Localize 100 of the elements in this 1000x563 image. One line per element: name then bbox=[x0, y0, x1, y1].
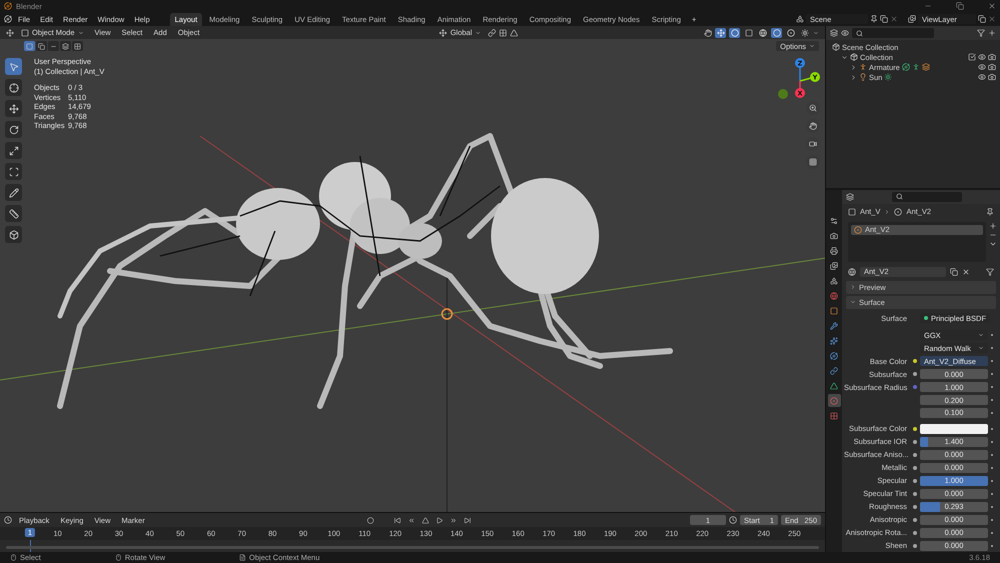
pin-icon[interactable] bbox=[870, 15, 878, 23]
editor-type-icon[interactable] bbox=[6, 28, 14, 36]
socket-dot[interactable] bbox=[913, 440, 917, 444]
overlay-toggle-button[interactable] bbox=[729, 28, 740, 38]
rendered-shading-icon bbox=[800, 28, 808, 36]
pin-icon[interactable] bbox=[986, 208, 994, 216]
select-tool-button[interactable] bbox=[5, 58, 22, 75]
socket-dot[interactable] bbox=[913, 518, 917, 522]
negative-axis-handle[interactable] bbox=[778, 89, 788, 99]
play-button[interactable] bbox=[434, 515, 446, 525]
output-icon bbox=[830, 246, 838, 254]
gizmo-toggle-button[interactable] bbox=[715, 28, 726, 38]
scene-collection-icon bbox=[832, 43, 840, 51]
extend-selection-button[interactable] bbox=[36, 41, 47, 51]
xray-icon bbox=[744, 28, 752, 36]
material-tab[interactable] bbox=[828, 394, 840, 407]
render-visibility-icon[interactable] bbox=[988, 63, 996, 71]
app-menu-icon[interactable] bbox=[4, 15, 12, 23]
solid-shading-icon bbox=[772, 28, 780, 36]
socket-dot[interactable] bbox=[913, 492, 917, 496]
wireframe-shading-icon bbox=[758, 28, 766, 36]
transform-tool-icon bbox=[8, 166, 18, 176]
object-icon bbox=[848, 208, 856, 216]
restore-icon[interactable] bbox=[956, 2, 964, 10]
cursor-tool-button[interactable] bbox=[5, 79, 22, 96]
view-filter-icon[interactable] bbox=[841, 29, 849, 37]
annotate-tool-icon bbox=[8, 188, 18, 198]
grid-icon bbox=[809, 158, 817, 166]
clock-icon[interactable] bbox=[729, 516, 737, 524]
caret-icon bbox=[809, 43, 815, 49]
unlink-icon[interactable] bbox=[962, 268, 970, 276]
annotate-tool-button[interactable] bbox=[5, 184, 22, 201]
checkbox-icon[interactable] bbox=[968, 53, 976, 61]
material-shading-button[interactable] bbox=[785, 28, 796, 38]
socket-dot[interactable] bbox=[913, 372, 917, 376]
snap-icon[interactable] bbox=[499, 28, 507, 36]
gizmo-icon bbox=[716, 28, 724, 36]
add-cube-tool-icon bbox=[8, 230, 18, 240]
editor-type-icon[interactable] bbox=[4, 516, 12, 524]
material-browse-icon[interactable] bbox=[848, 268, 856, 276]
new-scene-icon[interactable] bbox=[880, 15, 888, 23]
jump-end-button[interactable] bbox=[462, 515, 474, 525]
measure-tool-icon bbox=[8, 208, 18, 218]
rotate-tool-button[interactable] bbox=[5, 121, 22, 138]
wireframe-shading-button[interactable] bbox=[757, 28, 768, 38]
render-visibility-icon[interactable] bbox=[988, 73, 996, 81]
socket-dot[interactable] bbox=[913, 544, 917, 548]
solid-shading-button[interactable] bbox=[771, 28, 782, 38]
display-mode-icon[interactable] bbox=[830, 29, 838, 37]
origin-marker[interactable] bbox=[441, 308, 453, 320]
socket-dot[interactable] bbox=[913, 530, 917, 535]
socket-dot[interactable] bbox=[913, 478, 917, 483]
xray-toggle-button[interactable] bbox=[743, 28, 754, 38]
render-visibility-icon[interactable] bbox=[988, 53, 996, 61]
search-field[interactable] bbox=[892, 192, 962, 202]
socket-dot[interactable] bbox=[913, 504, 917, 509]
add-slot-icon[interactable] bbox=[989, 222, 997, 230]
material-icon bbox=[894, 208, 902, 216]
render-icon bbox=[830, 232, 838, 240]
timeline-track[interactable] bbox=[0, 540, 825, 552]
color-swatch[interactable] bbox=[920, 424, 988, 434]
duplicate-icon[interactable] bbox=[950, 268, 958, 276]
selection-mode-icon bbox=[38, 42, 45, 50]
transform-tool-button[interactable] bbox=[5, 163, 22, 180]
filter-icon[interactable] bbox=[977, 29, 985, 37]
scale-tool-button[interactable] bbox=[5, 142, 22, 159]
subtract-selection-button[interactable] bbox=[48, 41, 59, 51]
intersect-selection-button[interactable] bbox=[72, 41, 83, 51]
visibility-icon[interactable] bbox=[978, 73, 986, 81]
armature-icon bbox=[859, 63, 867, 71]
socket-dot[interactable] bbox=[913, 385, 917, 390]
record-button[interactable] bbox=[365, 515, 376, 525]
axes-icon bbox=[439, 28, 448, 36]
hand-icon bbox=[809, 122, 817, 130]
visibility-icon[interactable] bbox=[978, 53, 986, 61]
view-layer-icon[interactable] bbox=[908, 15, 916, 23]
search-field[interactable] bbox=[852, 28, 934, 38]
add-cube-tool-button[interactable] bbox=[5, 226, 22, 243]
new-selection-button[interactable] bbox=[24, 41, 35, 51]
invert-selection-button[interactable] bbox=[60, 41, 71, 51]
play-reverse-button[interactable] bbox=[420, 515, 432, 525]
timeline-scrollbar[interactable] bbox=[6, 546, 819, 549]
move-tool-button[interactable] bbox=[5, 100, 22, 117]
socket-dot[interactable] bbox=[913, 426, 917, 431]
new-view-layer-icon[interactable] bbox=[978, 15, 986, 23]
selection-mode-icon bbox=[62, 42, 69, 50]
close-icon[interactable] bbox=[988, 2, 996, 10]
scene-icon[interactable] bbox=[796, 15, 804, 23]
search-icon bbox=[856, 30, 863, 36]
new-collection-icon[interactable] bbox=[988, 29, 996, 37]
tool-icon bbox=[830, 216, 838, 224]
editor-type-icon[interactable] bbox=[846, 192, 854, 201]
socket-dot[interactable] bbox=[913, 359, 917, 364]
move-tool-icon bbox=[8, 104, 18, 114]
app-logo-icon bbox=[4, 2, 12, 10]
visibility-icon[interactable] bbox=[978, 63, 986, 71]
socket-dot[interactable] bbox=[913, 466, 917, 470]
measure-tool-button[interactable] bbox=[5, 205, 22, 222]
jump-start-button[interactable] bbox=[392, 515, 404, 525]
socket-dot[interactable] bbox=[913, 452, 917, 457]
